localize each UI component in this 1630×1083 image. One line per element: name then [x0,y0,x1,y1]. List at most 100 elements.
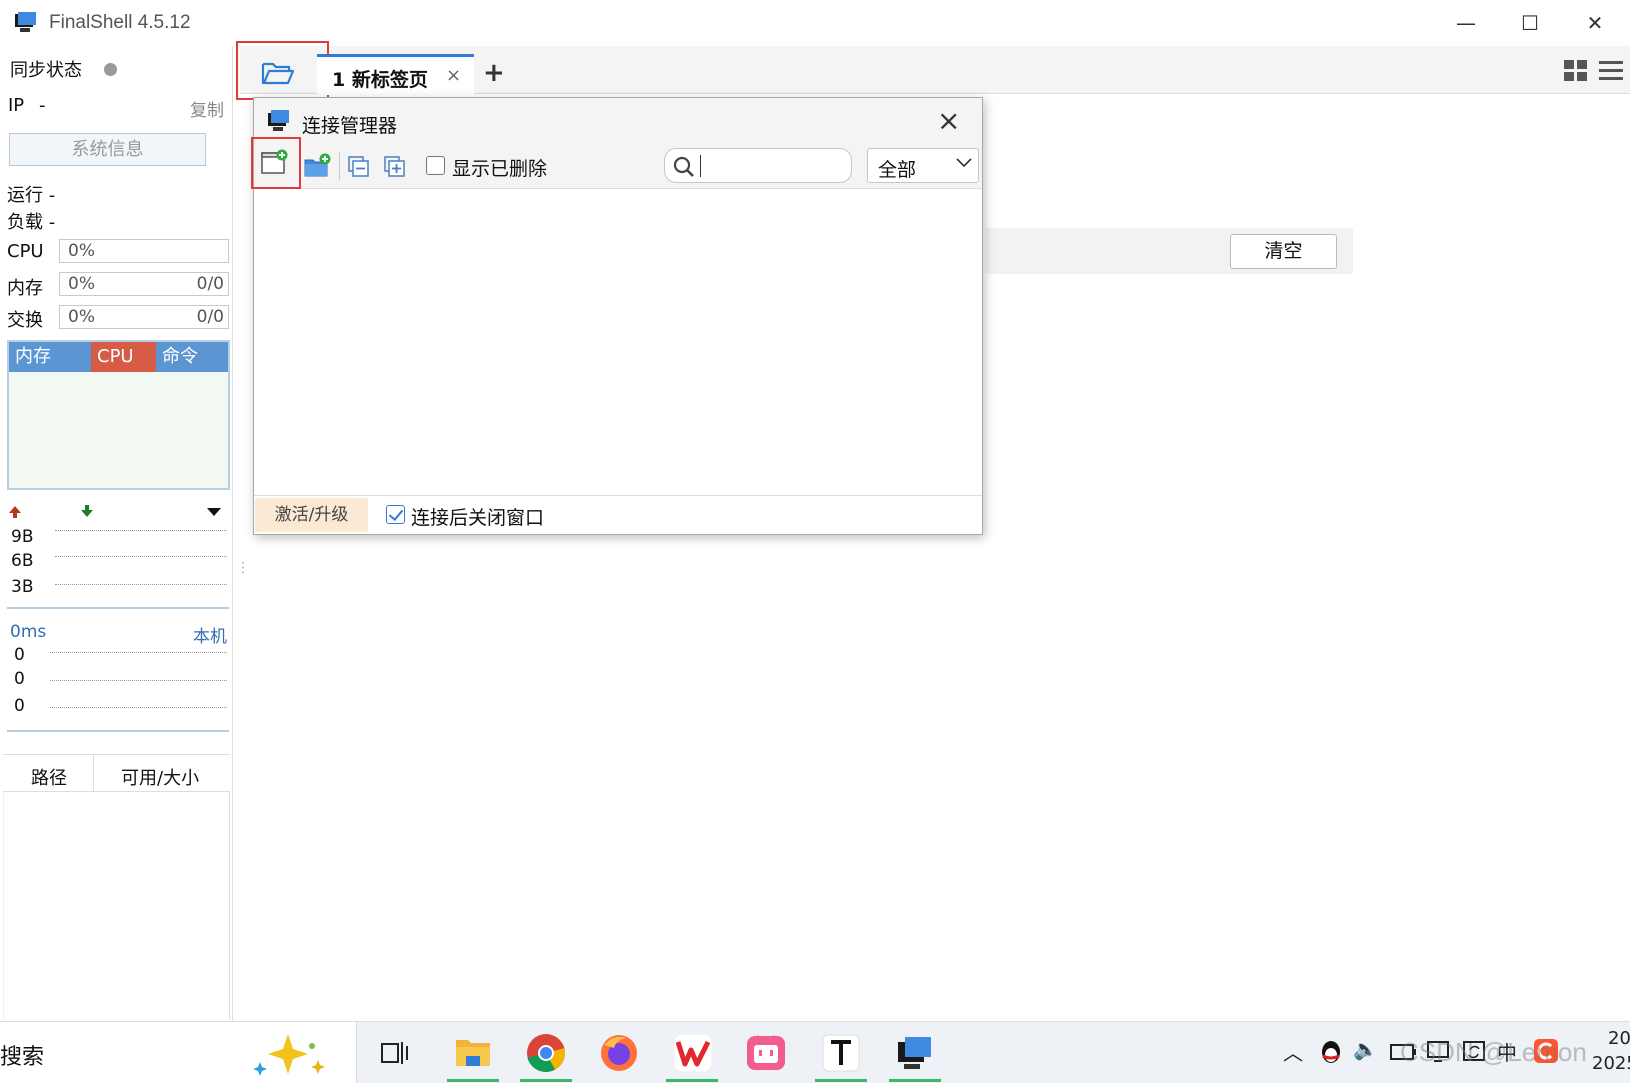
open-connection-manager-button[interactable] [236,41,329,100]
group-filter-select[interactable]: 全部 [867,148,979,183]
network-gridline [55,584,227,585]
process-tab-cpu[interactable]: CPU [91,342,156,372]
swap-meter: 0% 0/0 [59,305,229,329]
tab-new-label: 1 新标签页 [332,69,428,91]
qq-icon[interactable] [1318,1038,1344,1066]
disk-column-path[interactable]: 路径 [31,764,67,790]
ip-label: IP [8,95,25,116]
maximize-button[interactable]: ☐ [1507,8,1553,38]
wps-office-icon[interactable] [670,1030,716,1076]
layout-grid-icon[interactable] [1564,60,1588,82]
minimize-button[interactable]: — [1443,8,1489,38]
windows-taskbar: 搜索 ︿ 🔈 中 20 202 [0,1021,1630,1083]
memory-value: 0% [68,274,95,294]
search-field[interactable] [664,148,852,183]
group-filter-value: 全部 [878,159,917,181]
network-gridline [55,556,227,557]
show-hidden-icons-chevron-icon[interactable]: ︿ [1283,1037,1303,1066]
new-connection-button[interactable] [251,137,301,189]
collapse-all-icon[interactable] [348,156,370,178]
finalshell-taskbar-icon[interactable] [892,1030,938,1076]
search-input[interactable] [700,155,840,177]
running-indicator [815,1079,867,1082]
process-tab-command[interactable]: 命令 [156,342,228,372]
file-explorer-icon[interactable] [450,1030,496,1076]
finalshell-dialog-icon [268,110,289,131]
dialog-title: 连接管理器 [302,115,398,137]
close-after-connect-label: 连接后关闭窗口 [411,507,545,529]
toolbar-separator [339,152,340,180]
ping-tick-3: 0 [14,696,25,716]
ping-target[interactable]: 本机 [193,622,227,647]
ping-tick-2: 0 [14,669,25,689]
window-title: FinalShell 4.5.12 [49,12,191,33]
new-folder-icon[interactable] [304,153,332,179]
network-interface-dropdown-icon[interactable] [206,507,222,517]
ping-gridline [50,707,227,708]
network-gridline [55,530,227,531]
tab-new[interactable]: 1 新标签页 × [317,54,474,95]
network-tick-2: 6B [11,551,34,571]
volume-icon[interactable]: 🔈 [1353,1037,1378,1061]
taskbar-search-label: 搜索 [0,1045,45,1070]
process-tab-memory[interactable]: 内存 [9,342,91,372]
swap-ratio: 0/0 [196,307,224,327]
column-divider [93,755,94,793]
task-view-icon[interactable] [380,1038,410,1068]
dialog-toolbar: 显示已删除 全部 [251,137,982,189]
memory-meter: 0% 0/0 [59,272,229,296]
running-indicator [447,1079,499,1082]
process-panel: 内存 CPU 命令 [7,340,230,490]
disk-column-size[interactable]: 可用/大小 [121,764,199,790]
disk-table-header: 路径 可用/大小 [3,754,230,793]
system-info-button[interactable]: 系统信息 [9,133,206,166]
swap-value: 0% [68,307,95,327]
download-arrow-icon [81,505,93,517]
running-indicator [520,1079,572,1082]
search-icon [673,156,694,177]
sync-status-label: 同步状态 [10,60,82,81]
firefox-icon[interactable] [596,1030,642,1076]
show-deleted-label: 显示已删除 [452,158,548,180]
ip-value: - [39,95,46,116]
typora-icon[interactable] [818,1030,864,1076]
new-connection-icon [261,149,288,174]
tab-close-icon[interactable]: × [446,65,461,86]
title-bar: FinalShell 4.5.12 — ☐ ✕ [0,0,1630,46]
running-indicator [889,1079,941,1082]
ping-gridline [50,680,227,681]
copilot-sparkle-icon [253,1034,325,1076]
ping-divider [7,730,229,732]
show-deleted-checkbox[interactable] [426,156,445,175]
clock-line-1[interactable]: 20 [1608,1028,1630,1049]
taskbar-search[interactable]: 搜索 [0,1022,357,1083]
connection-manager-dialog: 连接管理器 × 显示已删除 全部 激活/升级 连接后关闭窗口 [251,97,983,535]
close-window-button[interactable]: ✕ [1572,8,1618,38]
sidebar-resize-handle[interactable]: ⋮ [236,560,250,576]
upload-arrow-icon [9,506,21,518]
copy-ip-link[interactable]: 复制 [190,96,224,121]
cpu-meter: 0% [59,239,229,263]
expand-all-icon[interactable] [384,156,406,178]
finalshell-app-icon [15,12,36,32]
csdn-watermark: CSDN @Lemon [1400,1037,1587,1067]
disk-table-body [3,792,230,1020]
dialog-footer: 激活/升级 连接后关闭窗口 [254,495,982,534]
network-tick-3: 3B [11,577,34,597]
chrome-icon[interactable] [523,1030,569,1076]
add-tab-button[interactable]: + [483,58,505,88]
network-divider [7,607,229,609]
running-indicator [666,1079,718,1082]
runtime-label: 运行 - [7,185,56,206]
dialog-close-icon[interactable]: × [937,104,960,137]
clear-button[interactable]: 清空 [1230,234,1337,269]
memory-label: 内存 [7,278,43,299]
process-tab-header: 内存 CPU 命令 [9,342,228,372]
network-tick-1: 9B [11,527,34,547]
menu-icon[interactable] [1599,60,1623,82]
ping-gridline [50,652,227,653]
close-after-connect-checkbox[interactable] [386,505,405,524]
clock-line-2[interactable]: 2025 [1592,1053,1630,1074]
activate-upgrade-button[interactable]: 激活/升级 [255,498,368,532]
bilibili-icon[interactable] [743,1030,789,1076]
